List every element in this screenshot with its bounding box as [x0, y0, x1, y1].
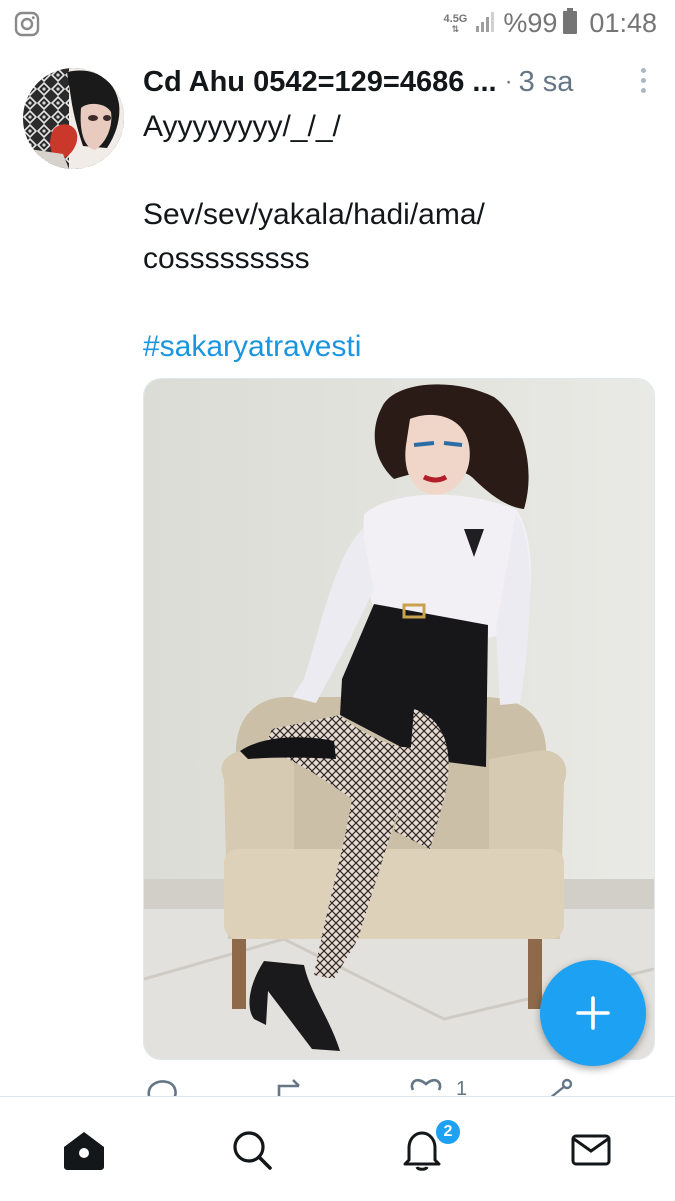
battery-icon	[563, 8, 578, 39]
hashtag-link[interactable]: #sakaryatravesti	[143, 325, 648, 369]
search-icon[interactable]	[227, 1125, 277, 1175]
avatar[interactable]	[23, 68, 124, 169]
network-type: 4.5G ⇅	[443, 12, 468, 34]
separator-dot: ·	[504, 68, 513, 95]
status-bar: 4.5G ⇅ %99 01:48	[0, 0, 675, 48]
messages-icon[interactable]	[566, 1125, 616, 1175]
tweet-line: Sev/sev/yakala/hadi/ama/	[143, 198, 485, 231]
instagram-icon	[14, 11, 40, 42]
tweet-photo[interactable]	[143, 378, 655, 1060]
signal-icon	[475, 9, 497, 38]
plus-icon	[576, 996, 610, 1030]
tweet-line: cosssssssss	[143, 242, 310, 275]
tweet-text: Ayyyyyyyy/_/_/ Sev/sev/yakala/hadi/ama/ …	[143, 105, 648, 369]
compose-tweet-button[interactable]	[540, 960, 646, 1066]
home-icon[interactable]	[59, 1125, 109, 1175]
bottom-nav	[0, 1096, 675, 1201]
notification-badge: 2	[434, 1118, 462, 1146]
tweet-line: Ayyyyyyyy/_/_/	[143, 110, 341, 143]
tweet-time[interactable]: 3 sa	[519, 66, 574, 99]
author-name[interactable]: Cd Ahu 0542=129=4686 ...	[143, 66, 497, 99]
battery-text: %99	[503, 8, 558, 38]
clock: 01:48	[589, 8, 657, 38]
more-options-icon[interactable]	[641, 68, 647, 98]
tweet-header: Cd Ahu 0542=129=4686 ... · 3 sa	[143, 62, 653, 102]
